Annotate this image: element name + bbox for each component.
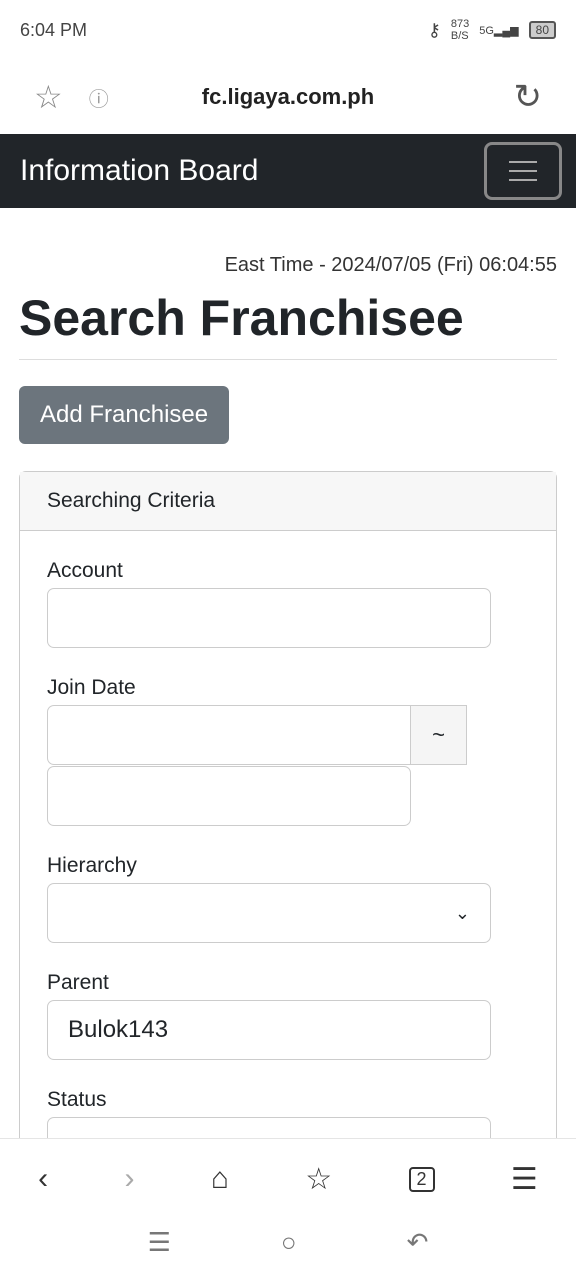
chevron-down-icon: ⌄ [454, 902, 470, 923]
join-date-to-input[interactable] [47, 766, 411, 826]
parent-label: Parent [47, 971, 109, 994]
parent-input[interactable]: Bulok143 [47, 1000, 491, 1060]
status-label: Status [47, 1088, 107, 1111]
signal-icon: 5G▂▄▆ [479, 24, 519, 37]
account-label: Account [47, 559, 123, 582]
star-icon[interactable]: ☆ [34, 78, 63, 116]
date-separator: ~ [411, 705, 467, 765]
browser-toolbar: ‹ › ⌂ ☆ 2 ☰ ☰ ○ ↶ [0, 1138, 576, 1280]
address-bar[interactable]: ☆ ⓘ fc.ligaya.com.ph ↻ [0, 60, 576, 134]
net-speed: 873 B/S [451, 18, 469, 42]
brand[interactable]: Information Board [20, 154, 258, 188]
join-date-label: Join Date [47, 676, 136, 699]
speed-unit: B/S [450, 30, 469, 42]
menu-icon[interactable]: ☰ [511, 1162, 538, 1197]
search-criteria-card: Searching Criteria Account Join Date ~ H… [19, 471, 557, 1177]
hierarchy-select[interactable]: ⌄ [47, 883, 491, 943]
network-type: 5G [479, 24, 494, 37]
navbar: Information Board [0, 134, 576, 208]
speed-value: 873 [450, 18, 470, 30]
add-franchisee-button[interactable]: Add Franchisee [19, 386, 230, 444]
url-text: fc.ligaya.com.ph [201, 84, 375, 109]
recent-apps-icon[interactable]: ☰ [148, 1227, 171, 1258]
menu-toggle-button[interactable] [484, 142, 562, 200]
vpn-key-icon: ⚷ [427, 19, 441, 40]
forward-icon[interactable]: › [124, 1162, 134, 1196]
hierarchy-label: Hierarchy [47, 854, 137, 877]
page-title: Search Franchisee [19, 289, 557, 360]
status-bar: 6:04 PM ⚷ 873 B/S 5G▂▄▆ 80 [0, 0, 576, 60]
home-icon[interactable]: ⌂ [211, 1162, 229, 1196]
card-header: Searching Criteria [20, 472, 556, 531]
clock: 6:04 PM [20, 19, 88, 40]
join-date-from-input[interactable] [47, 705, 411, 765]
tabs-icon[interactable]: 2 [408, 1166, 435, 1192]
system-back-icon[interactable]: ↶ [407, 1227, 429, 1258]
east-time: East Time - 2024/07/05 (Fri) 06:04:55 [224, 254, 557, 276]
reload-icon[interactable]: ↻ [514, 77, 543, 117]
bookmarks-icon[interactable]: ☆ [305, 1162, 332, 1197]
home-circle-icon[interactable]: ○ [281, 1227, 297, 1258]
account-input[interactable] [47, 588, 491, 648]
battery-icon: 80 [528, 21, 556, 39]
back-icon[interactable]: ‹ [38, 1162, 48, 1196]
info-icon[interactable]: ⓘ [89, 83, 109, 112]
